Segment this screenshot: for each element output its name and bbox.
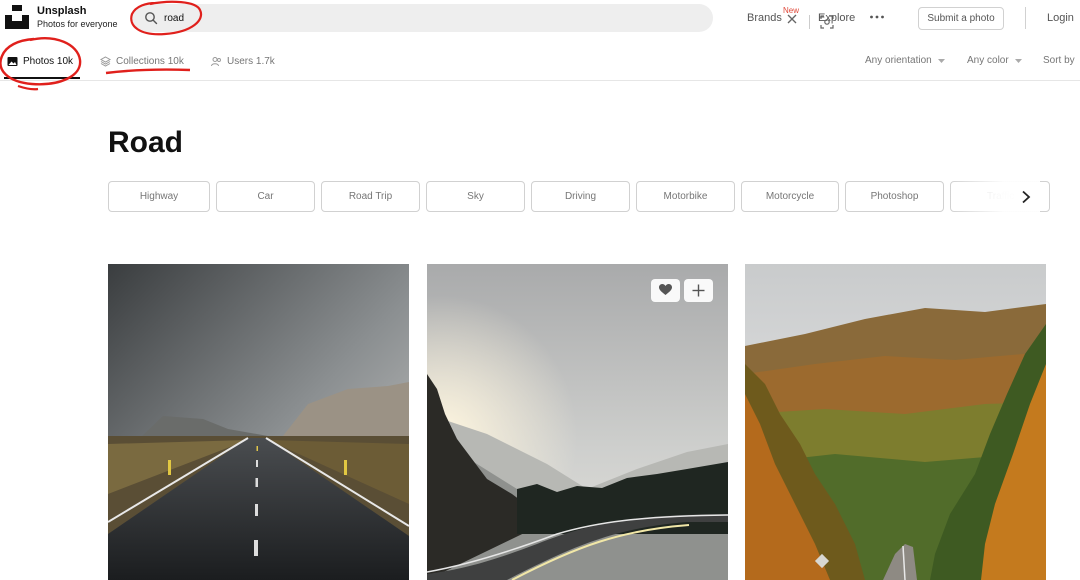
photo-card[interactable]: [745, 264, 1046, 580]
road-photo-image: [108, 264, 409, 580]
new-badge: New: [783, 6, 800, 15]
users-icon: [211, 56, 221, 66]
nav-brands[interactable]: Brands: [747, 12, 782, 24]
login-link[interactable]: Login: [1047, 12, 1074, 24]
color-filter-label: Any color: [967, 55, 1009, 66]
brand-name[interactable]: Unsplash: [37, 5, 87, 17]
sort-filter-label: Sort by: [1043, 55, 1075, 66]
road-photo-image: [427, 264, 728, 580]
color-filter[interactable]: Any color: [967, 55, 1022, 66]
related-chip-highway[interactable]: Highway: [108, 181, 210, 212]
photo-card[interactable]: [108, 264, 409, 580]
more-dots-icon[interactable]: [869, 14, 885, 20]
search-divider: [809, 15, 810, 29]
related-chip-sky[interactable]: Sky: [426, 181, 525, 212]
sort-filter[interactable]: Sort by: [1043, 55, 1075, 66]
chevron-down-icon: [937, 58, 945, 63]
orientation-filter-label: Any orientation: [865, 55, 932, 66]
search-input[interactable]: [164, 8, 634, 28]
header-divider: [1025, 7, 1026, 29]
active-tab-indicator: [4, 77, 80, 79]
chevron-down-icon: [1014, 58, 1022, 63]
subnav-divider: [0, 80, 1080, 81]
search-icon: [145, 12, 158, 25]
chevron-right-icon[interactable]: [1020, 190, 1032, 204]
tab-users[interactable]: Users 1.7k: [211, 53, 275, 69]
related-chip-driving[interactable]: Driving: [531, 181, 630, 212]
layers-icon: [100, 55, 111, 67]
heart-icon: [659, 284, 672, 295]
orientation-filter[interactable]: Any orientation: [865, 55, 945, 66]
add-to-collection-button[interactable]: [684, 279, 713, 302]
tab-collections[interactable]: Collections 10k: [100, 53, 184, 69]
photo-card[interactable]: [427, 264, 728, 580]
related-chip-car[interactable]: Car: [216, 181, 315, 212]
nav-explore[interactable]: Explore: [818, 12, 855, 24]
tab-collections-label: Collections 10k: [116, 55, 184, 67]
tab-photos[interactable]: Photos 10k: [7, 53, 73, 69]
related-chip-motorbike[interactable]: Motorbike: [636, 181, 735, 212]
related-chip-motorcycle[interactable]: Motorcycle: [741, 181, 839, 212]
unsplash-logo[interactable]: [5, 5, 29, 29]
submit-photo-button[interactable]: Submit a photo: [918, 7, 1004, 30]
like-button[interactable]: [651, 279, 680, 302]
search-bar[interactable]: [132, 4, 834, 32]
related-chip-photoshop[interactable]: Photoshop: [845, 181, 944, 212]
tab-users-label: Users 1.7k: [227, 55, 275, 67]
brand-tagline: Photos for everyone: [37, 19, 118, 29]
tab-photos-label: Photos 10k: [23, 55, 74, 67]
related-chip-traffic[interactable]: Traffic: [950, 181, 1050, 212]
page-title: Road: [108, 126, 183, 159]
related-chip-road-trip[interactable]: Road Trip: [321, 181, 420, 212]
image-icon: [7, 56, 18, 66]
plus-icon: [692, 284, 705, 297]
road-photo-image: [745, 264, 1046, 580]
